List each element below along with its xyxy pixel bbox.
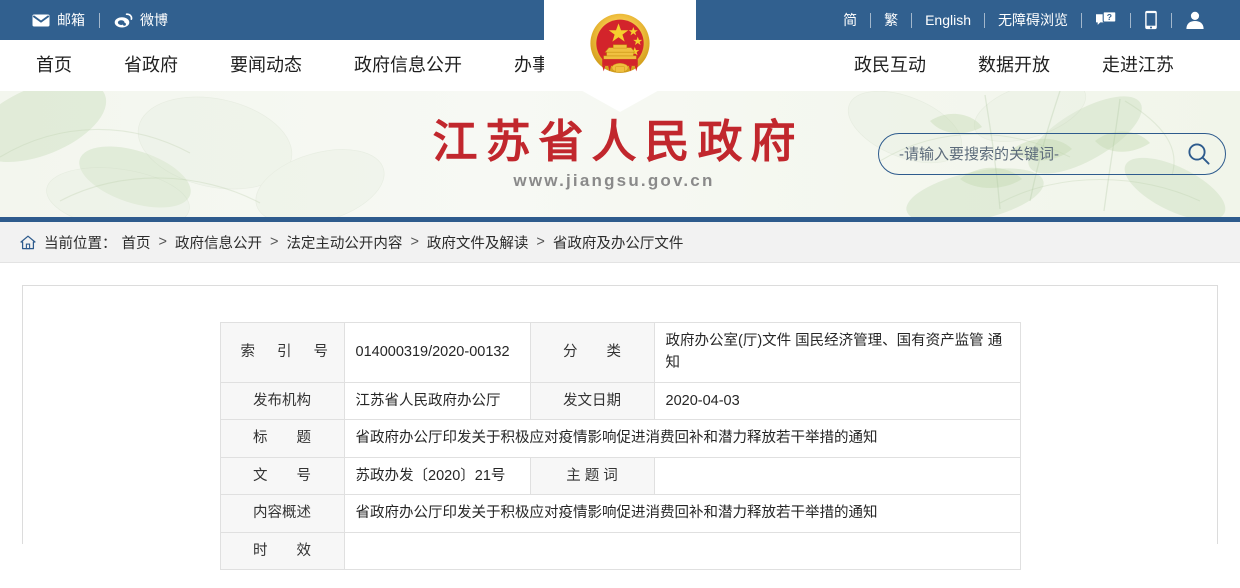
value-document-number: 苏政办发〔2020〕21号	[344, 457, 530, 494]
label-subject-terms: 主 题 词	[530, 457, 654, 494]
table-row: 标 题 省政府办公厅印发关于积极应对疫情影响促进消费回补和潜力释放若干举措的通知	[220, 420, 1020, 457]
value-title: 省政府办公厅印发关于积极应对疫情影响促进消费回补和潜力释放若干举措的通知	[344, 420, 1020, 457]
table-row: 发布机构 江苏省人民政府办公厅 发文日期 2020-04-03	[220, 382, 1020, 419]
label-classification: 分 类	[530, 323, 654, 383]
lang-traditional-link[interactable]: 繁	[871, 13, 911, 27]
question-bubble-icon: ?	[1095, 11, 1117, 30]
table-row: 时 效	[220, 532, 1020, 569]
value-classification: 政府办公室(厅)文件 国民经济管理、国有资产监管 通知	[654, 323, 1020, 383]
nav-item-open-data[interactable]: 数据开放	[952, 40, 1076, 91]
site-banner: 江苏省人民政府 www.jiangsu.gov.cn	[0, 91, 1240, 217]
document-metadata-table: 索 引 号 014000319/2020-00132 分 类 政府办公室(厅)文…	[220, 322, 1021, 570]
site-url: www.jiangsu.gov.cn	[424, 171, 803, 191]
breadcrumb-separator: >	[531, 234, 549, 250]
nav-item-provincial-government[interactable]: 省政府	[98, 40, 204, 91]
weibo-icon	[114, 13, 133, 28]
value-issue-date: 2020-04-03	[654, 382, 1020, 419]
label-issuing-agency: 发布机构	[220, 382, 344, 419]
value-index-number: 014000319/2020-00132	[344, 323, 530, 383]
user-account-link[interactable]	[1172, 10, 1218, 30]
content-area: 索 引 号 014000319/2020-00132 分 类 政府办公室(厅)文…	[0, 263, 1240, 544]
label-content-summary: 内容概述	[220, 495, 344, 532]
nav-item-services[interactable]: 办事服务	[488, 40, 612, 91]
value-issuing-agency: 江苏省人民政府办公厅	[344, 382, 530, 419]
top-utility-bar: 邮箱 微博 简 繁 English 无障碍浏览	[0, 0, 1240, 40]
breadcrumb: 当前位置： 首页 > 政府信息公开 > 法定主动公开内容 > 政府文件及解读 >…	[0, 222, 1240, 263]
search-input[interactable]	[879, 146, 1173, 163]
nav-item-about-jiangsu[interactable]: 走进江苏	[1076, 40, 1200, 91]
home-icon	[20, 235, 36, 250]
breadcrumb-item-documents-and-interpretation[interactable]: 政府文件及解读	[424, 232, 532, 253]
label-validity: 时 效	[220, 532, 344, 569]
weibo-label: 微博	[140, 13, 168, 27]
nav-right-group: 政民互动 数据开放 走进江苏	[828, 40, 1240, 91]
breadcrumb-label: 当前位置：	[44, 232, 117, 253]
search-box[interactable]	[878, 133, 1226, 175]
topbar-left-group: 邮箱 微博	[0, 13, 182, 28]
consultation-link[interactable]: ?	[1082, 11, 1130, 30]
nav-item-news[interactable]: 要闻动态	[204, 40, 328, 91]
breadcrumb-separator: >	[154, 234, 172, 250]
breadcrumb-separator: >	[405, 234, 423, 250]
breadcrumb-current-page: 省政府及办公厅文件	[550, 232, 687, 253]
mail-icon	[32, 14, 50, 27]
nav-item-government-info-disclosure[interactable]: 政府信息公开	[328, 40, 488, 91]
label-document-number: 文 号	[220, 457, 344, 494]
document-card: 索 引 号 014000319/2020-00132 分 类 政府办公室(厅)文…	[22, 285, 1218, 544]
svg-text:?: ?	[1107, 11, 1112, 21]
nav-item-citizen-interaction[interactable]: 政民互动	[828, 40, 952, 91]
topbar-right-group: 简 繁 English 无障碍浏览 ?	[830, 10, 1240, 30]
weibo-link[interactable]: 微博	[100, 13, 182, 28]
label-issue-date: 发文日期	[530, 382, 654, 419]
site-brand: 江苏省人民政府 www.jiangsu.gov.cn	[424, 117, 803, 191]
user-avatar-icon	[1185, 10, 1205, 30]
mobile-phone-icon	[1144, 10, 1158, 30]
value-validity	[344, 532, 1020, 569]
breadcrumb-item-info-disclosure[interactable]: 政府信息公开	[172, 232, 265, 253]
breadcrumb-item-home[interactable]: 首页	[119, 232, 154, 253]
nav-item-home[interactable]: 首页	[10, 40, 98, 91]
main-navigation: 首页 省政府 要闻动态 政府信息公开 办事服务 政民互动 数据开放 走进江苏	[0, 40, 1240, 91]
value-content-summary: 省政府办公厅印发关于积极应对疫情影响促进消费回补和潜力释放若干举措的通知	[344, 495, 1020, 532]
label-index-number: 索 引 号	[220, 323, 344, 383]
mobile-site-link[interactable]	[1131, 10, 1171, 30]
breadcrumb-separator: >	[265, 234, 283, 250]
accessibility-link[interactable]: 无障碍浏览	[985, 13, 1081, 27]
table-row: 文 号 苏政办发〔2020〕21号 主 题 词	[220, 457, 1020, 494]
breadcrumb-item-statutory-content[interactable]: 法定主动公开内容	[283, 232, 405, 253]
table-row: 索 引 号 014000319/2020-00132 分 类 政府办公室(厅)文…	[220, 323, 1020, 383]
search-icon	[1186, 141, 1212, 167]
search-button[interactable]	[1173, 134, 1225, 174]
mail-label: 邮箱	[57, 13, 85, 27]
mail-link[interactable]: 邮箱	[18, 13, 99, 27]
label-title: 标 题	[220, 420, 344, 457]
table-row: 内容概述 省政府办公厅印发关于积极应对疫情影响促进消费回补和潜力释放若干举措的通…	[220, 495, 1020, 532]
site-title: 江苏省人民政府	[424, 117, 803, 167]
value-subject-terms	[654, 457, 1020, 494]
nav-left-group: 首页 省政府 要闻动态 政府信息公开 办事服务	[0, 40, 612, 91]
banner-content: 江苏省人民政府 www.jiangsu.gov.cn	[0, 91, 1240, 217]
lang-simplified-link[interactable]: 简	[830, 13, 870, 27]
lang-english-link[interactable]: English	[912, 13, 984, 27]
